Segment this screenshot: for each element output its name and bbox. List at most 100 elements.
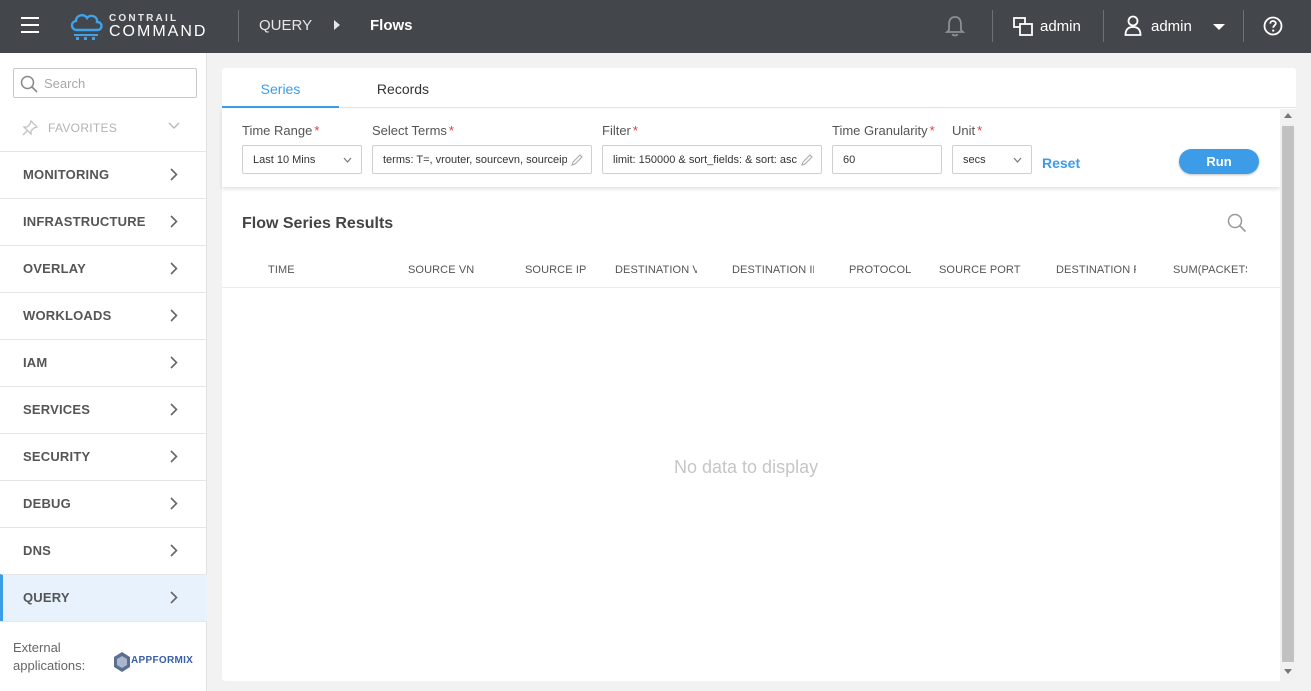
chevron-down-icon <box>168 122 180 130</box>
column-header-source-ip[interactable]: SOURCE IP <box>525 264 600 276</box>
divider <box>0 621 207 622</box>
column-header-destination-port[interactable]: DESTINATION PORT <box>1056 264 1136 276</box>
unit-label: Unit * <box>952 123 983 138</box>
sidebar-item-label: WORKLOADS <box>23 308 112 323</box>
run-button[interactable]: Run <box>1179 149 1259 174</box>
sidebar-item-query[interactable]: QUERY <box>0 574 207 621</box>
sidebar: FAVORITES MONITORING INFRASTRUCTURE OVER… <box>0 53 207 691</box>
time-range-label: Time Range * <box>242 123 320 138</box>
scroll-thumb[interactable] <box>1282 126 1294 662</box>
time-range-select[interactable]: Last 10 Mins <box>242 145 362 174</box>
sidebar-search[interactable] <box>13 68 197 98</box>
chevron-right-icon <box>170 450 178 463</box>
pencil-icon <box>801 154 813 166</box>
sidebar-item-label: QUERY <box>23 590 70 605</box>
user-menu-caret-icon[interactable] <box>1213 24 1225 30</box>
sidebar-item-label: DEBUG <box>23 496 71 511</box>
logo-text-big: COMMAND <box>109 23 208 40</box>
query-panel: Series Records Time Range * Last 10 Mins … <box>222 68 1296 681</box>
sidebar-search-input[interactable] <box>44 73 192 93</box>
breadcrumb-query[interactable]: QUERY <box>259 17 312 34</box>
select-terms-field[interactable]: terms: T=, vrouter, sourcevn, sourceip, … <box>372 145 592 174</box>
query-filter-panel: Time Range * Last 10 Mins Select Terms * t… <box>222 109 1280 187</box>
search-icon[interactable] <box>1227 213 1247 233</box>
time-granularity-input[interactable]: 60 <box>832 145 942 174</box>
sidebar-item-label: MONITORING <box>23 167 110 182</box>
sidebar-item-label: SECURITY <box>23 449 91 464</box>
column-header-protocol[interactable]: PROTOCOL <box>849 264 929 276</box>
tab-records[interactable]: Records <box>339 68 467 108</box>
chevron-down-icon <box>1013 157 1022 163</box>
scroll-up-icon[interactable] <box>1284 113 1292 118</box>
sidebar-item-overlay[interactable]: OVERLAY <box>0 245 207 292</box>
sidebar-item-infrastructure[interactable]: INFRASTRUCTURE <box>0 198 207 245</box>
time-granularity-label: Time Granularity * <box>832 123 935 138</box>
reset-button[interactable]: Reset <box>1042 155 1080 171</box>
chevron-right-icon <box>170 497 178 510</box>
logo[interactable]: CONTRAIL COMMAND <box>68 10 218 42</box>
sidebar-item-services[interactable]: SERVICES <box>0 386 207 433</box>
column-header-sum-packets[interactable]: SUM(PACKETS) <box>1173 264 1247 276</box>
chevron-right-icon <box>170 215 178 228</box>
chevron-right-icon <box>170 591 178 604</box>
unit-select[interactable]: secs <box>952 145 1032 174</box>
hamburger-icon[interactable] <box>21 17 39 35</box>
scroll-down-icon[interactable] <box>1284 669 1292 674</box>
chevron-right-icon <box>170 168 178 181</box>
top-bar: CONTRAIL COMMAND QUERY Flows admin admin <box>0 0 1311 53</box>
column-header-destination-vn[interactable]: DESTINATION VN <box>615 264 697 276</box>
filter-label: Filter * <box>602 123 638 138</box>
favorites-section[interactable]: FAVORITES <box>0 108 207 148</box>
user-icon[interactable] <box>1124 15 1142 36</box>
tab-series[interactable]: Series <box>222 68 339 108</box>
sidebar-item-dns[interactable]: DNS <box>0 527 207 574</box>
divider <box>1243 10 1244 42</box>
cloud-logo-icon <box>70 13 103 40</box>
chevron-right-icon <box>170 262 178 275</box>
divider <box>222 287 1280 288</box>
bell-icon[interactable] <box>944 14 966 38</box>
user-menu[interactable]: admin <box>1151 18 1192 35</box>
project-selector[interactable]: admin <box>1040 18 1081 35</box>
column-header-source-port[interactable]: SOURCE PORT <box>939 264 1039 276</box>
column-header-destination-ip[interactable]: DESTINATION IP <box>732 264 814 276</box>
chevron-down-icon <box>343 157 352 163</box>
sidebar-item-workloads[interactable]: WORKLOADS <box>0 292 207 339</box>
appformix-link[interactable]: APPFORMIX <box>113 651 193 673</box>
tab-bar: Series Records <box>222 68 1296 108</box>
divider <box>992 10 993 42</box>
breadcrumb-flows: Flows <box>370 17 413 34</box>
sidebar-item-security[interactable]: SECURITY <box>0 433 207 480</box>
chevron-right-icon <box>170 544 178 557</box>
filter-field[interactable]: limit: 150000 & sort_fields: & sort: asc <box>602 145 822 174</box>
sidebar-item-label: OVERLAY <box>23 261 87 276</box>
sidebar-item-label: IAM <box>23 355 48 370</box>
favorites-label: FAVORITES <box>48 121 118 135</box>
sidebar-item-monitoring[interactable]: MONITORING <box>0 151 207 198</box>
sidebar-item-iam[interactable]: IAM <box>0 339 207 386</box>
scrollbar[interactable] <box>1280 109 1296 681</box>
results-title: Flow Series Results <box>242 215 394 232</box>
sidebar-item-label: INFRASTRUCTURE <box>23 214 146 229</box>
appformix-label: APPFORMIX <box>131 655 194 666</box>
external-applications-label: External applications: <box>13 640 86 673</box>
search-icon <box>20 75 38 93</box>
sidebar-item-label: DNS <box>23 543 52 558</box>
select-terms-label: Select Terms * <box>372 123 454 138</box>
chevron-right-icon <box>170 403 178 416</box>
chevron-right-icon <box>170 309 178 322</box>
chevron-right-icon <box>170 356 178 369</box>
project-icon[interactable] <box>1013 17 1033 36</box>
empty-state-message: No data to display <box>674 457 819 477</box>
divider <box>238 10 239 42</box>
pin-icon <box>22 120 38 136</box>
divider <box>1103 10 1104 42</box>
sidebar-item-label: SERVICES <box>23 402 91 417</box>
breadcrumb-arrow-icon <box>334 20 340 30</box>
column-header-source-vn[interactable]: SOURCE VN <box>408 264 488 276</box>
column-header-time[interactable]: TIME <box>268 264 348 276</box>
appformix-logo-icon <box>114 652 130 672</box>
help-icon[interactable] <box>1263 16 1283 36</box>
sidebar-item-debug[interactable]: DEBUG <box>0 480 207 527</box>
pencil-icon <box>571 154 583 166</box>
